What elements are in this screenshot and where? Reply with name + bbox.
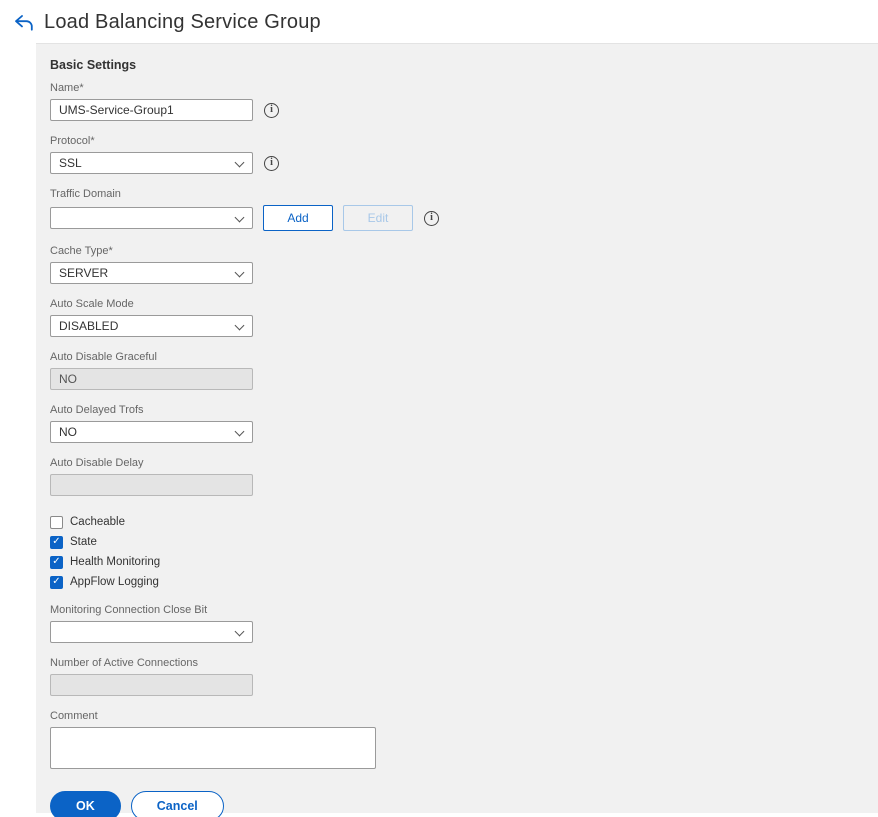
add-button[interactable]: Add: [263, 205, 333, 231]
appflow-logging-checkbox[interactable]: ✓: [50, 575, 63, 589]
auto-scale-mode-field-group: Auto Scale Mode DISABLED: [50, 298, 878, 337]
health-monitoring-checkbox[interactable]: ✓: [50, 555, 63, 569]
chevron-down-icon: [234, 426, 245, 437]
traffic-domain-label: Traffic Domain: [50, 188, 121, 200]
health-monitoring-checkbox-row[interactable]: ✓ Health Monitoring: [50, 552, 878, 572]
checkbox-section: Cacheable ✓ State ✓ Health Monitoring ✓ …: [50, 512, 878, 592]
action-buttons: OK Cancel: [50, 791, 878, 817]
info-icon[interactable]: i: [264, 102, 279, 118]
info-glyph: i: [270, 104, 273, 115]
cache-type-field-group: Cache Type* SERVER: [50, 245, 878, 284]
page-header: Load Balancing Service Group: [0, 0, 878, 43]
auto-scale-mode-select-value: DISABLED: [59, 319, 119, 333]
state-checkbox[interactable]: ✓: [50, 535, 63, 549]
edit-button: Edit: [343, 205, 413, 231]
number-of-active-connections-label: Number of Active Connections: [50, 657, 198, 669]
auto-disable-delay-input: [50, 474, 253, 496]
auto-disable-graceful-value: NO: [59, 372, 77, 386]
auto-scale-mode-label: Auto Scale Mode: [50, 298, 134, 310]
back-arrow-icon[interactable]: [13, 14, 35, 32]
auto-delayed-trofs-select[interactable]: NO: [50, 421, 253, 443]
protocol-select[interactable]: SSL: [50, 152, 253, 174]
check-icon: ✓: [52, 576, 61, 587]
basic-settings-panel: Basic Settings Name* i Protocol* SSL i T…: [36, 43, 878, 817]
basic-settings-form: Name* i Protocol* SSL i Traffic Domain: [36, 82, 878, 817]
chevron-down-icon: [234, 267, 245, 278]
cache-type-label: Cache Type*: [50, 245, 113, 257]
auto-delayed-trofs-label: Auto Delayed Trofs: [50, 404, 144, 416]
ok-button[interactable]: OK: [50, 791, 121, 817]
page-title: Load Balancing Service Group: [44, 11, 321, 33]
protocol-select-value: SSL: [59, 156, 82, 170]
cacheable-checkbox-row[interactable]: Cacheable: [50, 512, 878, 532]
auto-disable-delay-field-group: Auto Disable Delay: [50, 457, 878, 496]
appflow-logging-label: AppFlow Logging: [70, 576, 159, 588]
health-monitoring-label: Health Monitoring: [70, 556, 161, 568]
chevron-down-icon: [234, 157, 245, 168]
monitoring-connection-close-bit-label: Monitoring Connection Close Bit: [50, 604, 208, 616]
auto-delayed-trofs-select-value: NO: [59, 425, 77, 439]
protocol-field-group: Protocol* SSL i: [50, 135, 878, 174]
traffic-domain-field-group: Traffic Domain Add Edit i: [50, 188, 878, 231]
info-glyph: i: [430, 212, 433, 223]
info-icon[interactable]: i: [264, 155, 279, 171]
number-of-active-connections-field-group: Number of Active Connections: [50, 657, 878, 696]
auto-disable-graceful-field-group: Auto Disable Graceful NO: [50, 351, 878, 390]
cache-type-select-value: SERVER: [59, 266, 109, 280]
cacheable-checkbox[interactable]: [50, 515, 63, 529]
auto-disable-graceful-label: Auto Disable Graceful: [50, 351, 157, 363]
name-field-group: Name* i: [50, 82, 878, 121]
cacheable-label: Cacheable: [70, 516, 125, 528]
chevron-down-icon: [234, 212, 245, 223]
auto-disable-delay-label: Auto Disable Delay: [50, 457, 144, 469]
check-icon: ✓: [52, 556, 61, 567]
state-label: State: [70, 536, 97, 548]
appflow-logging-checkbox-row[interactable]: ✓ AppFlow Logging: [50, 572, 878, 592]
traffic-domain-select[interactable]: [50, 207, 253, 229]
comment-textarea[interactable]: [50, 727, 376, 769]
chevron-down-icon: [234, 320, 245, 331]
check-icon: ✓: [52, 536, 61, 547]
comment-label: Comment: [50, 710, 98, 722]
protocol-label: Protocol*: [50, 135, 95, 147]
chevron-down-icon: [234, 626, 245, 637]
monitoring-connection-close-bit-field-group: Monitoring Connection Close Bit: [50, 604, 878, 643]
info-glyph: i: [270, 157, 273, 168]
name-input[interactable]: [50, 99, 253, 121]
monitoring-connection-close-bit-select[interactable]: [50, 621, 253, 643]
auto-delayed-trofs-field-group: Auto Delayed Trofs NO: [50, 404, 878, 443]
section-title: Basic Settings: [50, 58, 137, 72]
name-label: Name*: [50, 82, 84, 94]
cache-type-select[interactable]: SERVER: [50, 262, 253, 284]
info-icon[interactable]: i: [424, 210, 439, 226]
comment-field-group: Comment: [50, 710, 878, 769]
number-of-active-connections-input: [50, 674, 253, 696]
state-checkbox-row[interactable]: ✓ State: [50, 532, 878, 552]
auto-disable-graceful-input: NO: [50, 368, 253, 390]
auto-scale-mode-select[interactable]: DISABLED: [50, 315, 253, 337]
cancel-button[interactable]: Cancel: [130, 791, 224, 817]
